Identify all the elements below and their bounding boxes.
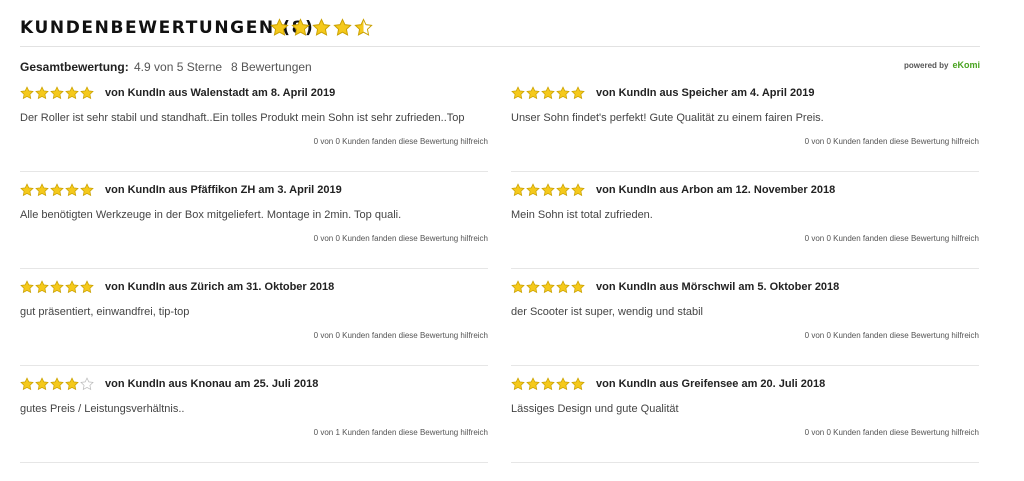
- star-full-icon: [20, 377, 34, 391]
- star-full-icon: [556, 377, 570, 391]
- review-star-rating: [511, 280, 585, 294]
- star-full-icon: [556, 86, 570, 100]
- review-helpful: 0 von 0 Kunden fanden diese Bewertung hi…: [804, 331, 979, 340]
- star-full-icon: [312, 18, 331, 37]
- star-full-icon: [50, 377, 64, 391]
- star-full-icon: [80, 183, 94, 197]
- review-card: von KundIn aus Pfäffikon ZH am 3. April …: [20, 171, 488, 269]
- review-text: Alle benötigten Werkzeuge in der Box mit…: [20, 209, 402, 221]
- review-star-rating: [511, 86, 585, 100]
- review-card: von KundIn aus Greifensee am 20. Juli 20…: [511, 365, 979, 463]
- star-full-icon: [50, 183, 64, 197]
- star-full-icon: [80, 86, 94, 100]
- summary-rating: 4.9 von 5 Sterne: [134, 60, 223, 74]
- review-helpful: 0 von 0 Kunden fanden diese Bewertung hi…: [804, 428, 979, 437]
- review-card: von KundIn aus Zürich am 31. Oktober 201…: [20, 268, 488, 366]
- star-full-icon: [571, 183, 585, 197]
- review-author: von KundIn aus Arbon am 12. November 201…: [596, 184, 836, 196]
- star-full-icon: [20, 183, 34, 197]
- star-full-icon: [65, 377, 79, 391]
- star-full-icon: [35, 280, 49, 294]
- reviews-widget: KUNDENBEWERTUNGEN (8) Gesamtbewertung: 4…: [20, 0, 980, 463]
- star-full-icon: [511, 377, 525, 391]
- summary-count: 8 Bewertungen: [231, 60, 312, 74]
- review-author: von KundIn aus Pfäffikon ZH am 3. April …: [105, 184, 342, 196]
- star-full-icon: [35, 377, 49, 391]
- star-full-icon: [20, 86, 34, 100]
- star-full-icon: [35, 183, 49, 197]
- review-star-rating: [511, 183, 585, 197]
- star-full-icon: [541, 183, 555, 197]
- review-helpful: 0 von 0 Kunden fanden diese Bewertung hi…: [313, 234, 488, 243]
- star-full-icon: [541, 280, 555, 294]
- review-text: Unser Sohn findet's perfekt! Gute Qualit…: [511, 112, 824, 124]
- review-text: gut präsentiert, einwandfrei, tip-top: [20, 306, 190, 318]
- review-author: von KundIn aus Knonau am 25. Juli 2018: [105, 378, 319, 390]
- star-full-icon: [333, 18, 352, 37]
- star-half-icon: [354, 18, 373, 37]
- star-full-icon: [65, 280, 79, 294]
- review-helpful: 0 von 0 Kunden fanden diese Bewertung hi…: [313, 137, 488, 146]
- star-full-icon: [511, 183, 525, 197]
- star-full-icon: [526, 280, 540, 294]
- summary-label: Gesamtbewertung:: [20, 60, 129, 74]
- star-full-icon: [65, 183, 79, 197]
- star-full-icon: [50, 280, 64, 294]
- star-full-icon: [50, 86, 64, 100]
- review-helpful: 0 von 1 Kunden fanden diese Bewertung hi…: [313, 428, 488, 437]
- star-full-icon: [511, 86, 525, 100]
- star-full-icon: [20, 280, 34, 294]
- review-text: der Scooter ist super, wendig und stabil: [511, 306, 704, 318]
- star-full-icon: [270, 18, 289, 37]
- review-helpful: 0 von 0 Kunden fanden diese Bewertung hi…: [313, 331, 488, 340]
- review-author: von KundIn aus Walenstadt am 8. April 20…: [105, 87, 336, 99]
- star-full-icon: [291, 18, 310, 37]
- star-full-icon: [526, 183, 540, 197]
- review-text: Lässiges Design und gute Qualität: [511, 403, 679, 415]
- review-text: gutes Preis / Leistungsverhältnis..: [20, 403, 185, 415]
- star-full-icon: [571, 86, 585, 100]
- star-full-icon: [526, 86, 540, 100]
- powered-by-ekomi[interactable]: powered by eKomi: [904, 60, 980, 70]
- review-author: von KundIn aus Greifensee am 20. Juli 20…: [596, 378, 826, 390]
- review-author: von KundIn aus Mörschwil am 5. Oktober 2…: [596, 281, 840, 293]
- powered-by-text: powered by: [904, 61, 949, 70]
- review-card: von KundIn aus Arbon am 12. November 201…: [511, 171, 979, 269]
- star-full-icon: [80, 280, 94, 294]
- reviews-header: KUNDENBEWERTUNGEN (8): [20, 0, 980, 47]
- review-star-rating: [20, 183, 94, 197]
- review-star-rating: [511, 377, 585, 391]
- review-star-rating: [20, 280, 94, 294]
- star-full-icon: [65, 86, 79, 100]
- star-full-icon: [511, 280, 525, 294]
- overall-star-rating: [270, 18, 373, 37]
- star-full-icon: [35, 86, 49, 100]
- review-star-rating: [20, 86, 94, 100]
- star-full-icon: [571, 377, 585, 391]
- review-text: Mein Sohn ist total zufrieden.: [511, 209, 653, 221]
- review-text: Der Roller ist sehr stabil und standhaft…: [20, 112, 465, 124]
- review-card: von KundIn aus Knonau am 25. Juli 2018 gu…: [20, 365, 488, 463]
- star-empty-icon: [80, 377, 94, 391]
- star-full-icon: [541, 377, 555, 391]
- review-author: von KundIn aus Zürich am 31. Oktober 201…: [105, 281, 335, 293]
- review-card: von KundIn aus Walenstadt am 8. April 20…: [20, 74, 488, 172]
- review-helpful: 0 von 0 Kunden fanden diese Bewertung hi…: [804, 137, 979, 146]
- review-star-rating: [20, 377, 94, 391]
- star-full-icon: [541, 86, 555, 100]
- review-card: von KundIn aus Speicher am 4. April 2019…: [511, 74, 979, 172]
- star-full-icon: [556, 280, 570, 294]
- star-full-icon: [526, 377, 540, 391]
- review-author: von KundIn aus Speicher am 4. April 2019: [596, 87, 815, 99]
- review-card: von KundIn aus Mörschwil am 5. Oktober 2…: [511, 268, 979, 366]
- ekomi-logo: eKomi: [952, 60, 980, 70]
- review-helpful: 0 von 0 Kunden fanden diese Bewertung hi…: [804, 234, 979, 243]
- star-full-icon: [571, 280, 585, 294]
- star-full-icon: [556, 183, 570, 197]
